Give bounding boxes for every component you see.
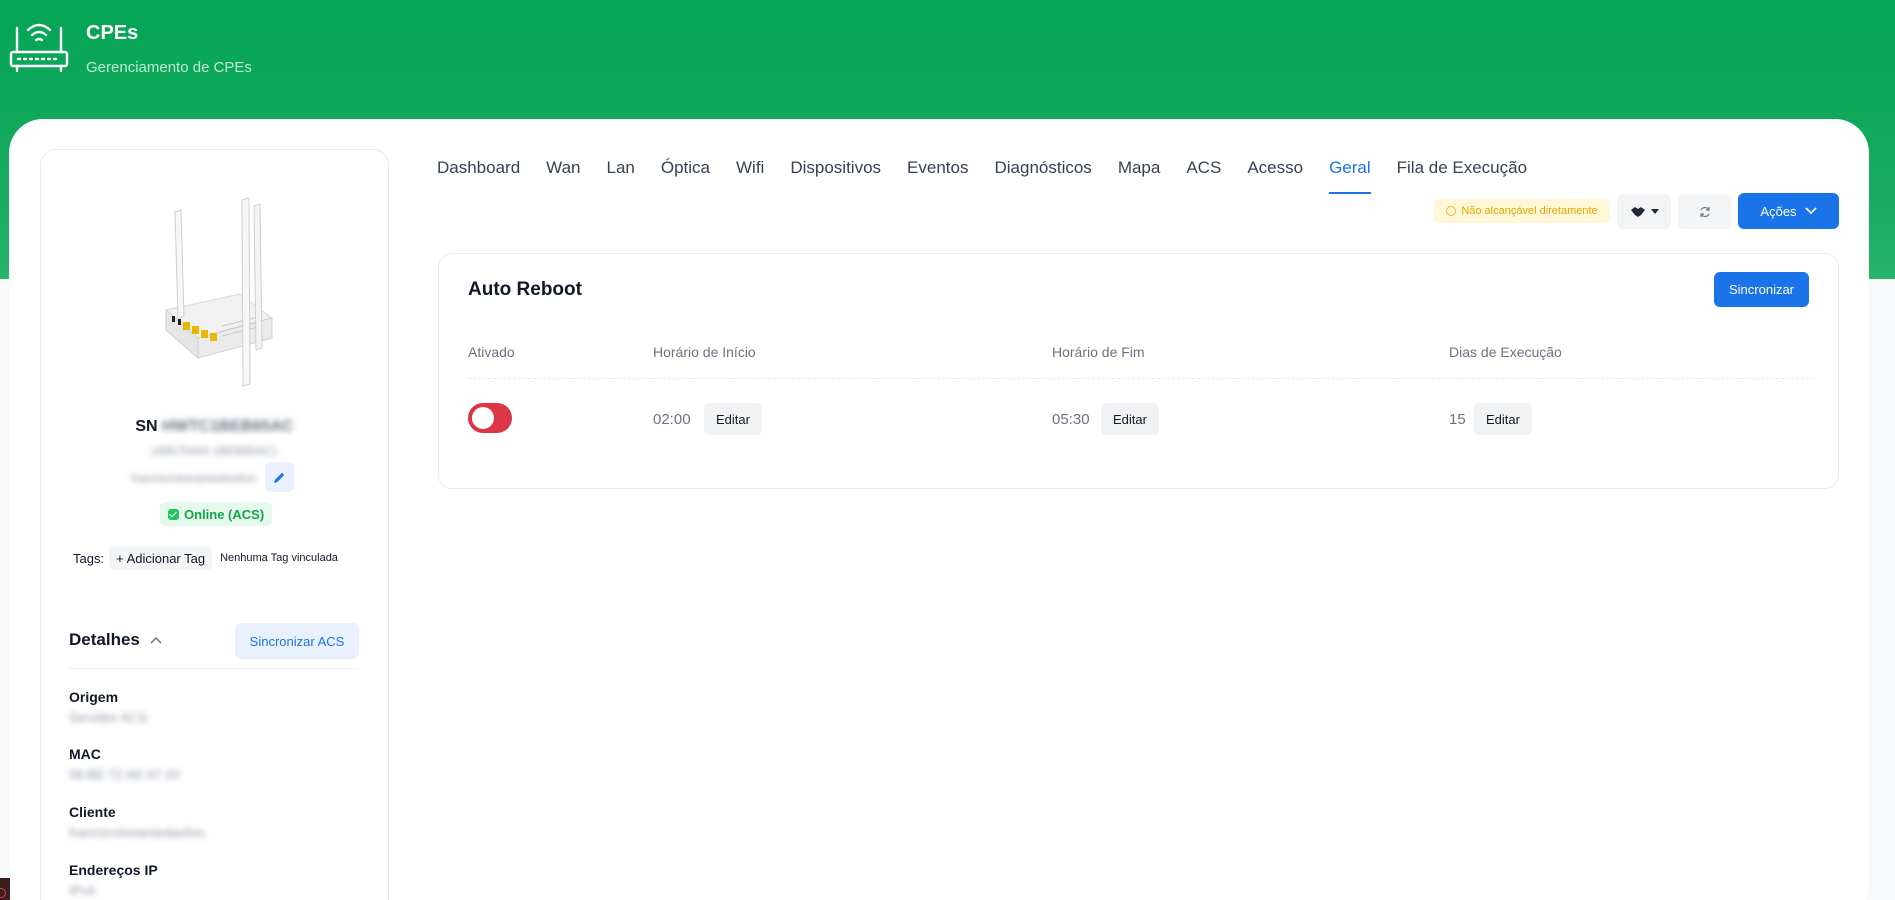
actions-dropdown[interactable]: Ações [1738,193,1839,229]
edit-start-time-button[interactable]: Editar [704,403,762,435]
serial-number: SN HWTC1BEB65AC [41,418,388,436]
corner-widget [0,878,10,900]
pencil-icon [274,472,285,483]
toggle-knob [472,407,494,429]
tab-eventos[interactable]: Eventos [907,158,968,194]
column-header: Ativado [468,344,515,360]
refresh-icon [1699,206,1710,217]
column-header: Horário de Início [653,344,756,360]
device-description: franciscolonantedaolivo [131,471,257,485]
column-header: Dias de Execução [1449,344,1562,360]
detail-label: MAC [69,746,101,762]
sync-acs-button[interactable]: Sincronizar ACS [235,623,359,659]
auto-reboot-title: Auto Reboot [468,279,582,300]
brand: CPEs Gerenciamento de CPEs [8,18,252,76]
status-text: Online (ACS) [184,506,265,522]
handshake-icon [1630,206,1645,217]
remote-access-dropdown[interactable] [1617,194,1671,229]
serial-prefix: SN [135,418,158,435]
detail-value: 58:BE:72:AE:47:20 [69,767,180,782]
tab-acs[interactable]: ACS [1186,158,1221,194]
detail-label: Endereços IP [69,862,158,878]
page-subtitle: Gerenciamento de CPEs [86,59,252,76]
tags-label: Tags: [73,550,105,566]
tab-acesso[interactable]: Acesso [1247,158,1303,194]
actions-label: Ações [1760,203,1797,219]
tab-mapa[interactable]: Mapa [1118,158,1161,194]
tab-optica[interactable]: Óptica [661,158,710,194]
end-time: 05:30 [1052,411,1090,428]
details-title: Detalhes [69,630,140,649]
tab-dispositivos[interactable]: Dispositivos [790,158,881,194]
router-wifi-icon [9,23,69,73]
secondary-id: (48575443 1BEB65AC) [151,444,278,458]
chevron-down-icon [1804,207,1817,215]
tab-wan[interactable]: Wan [546,158,580,194]
no-tags-text: Nenhuma Tag vinculada [220,552,338,564]
detail-value: Servidor ACS [69,710,148,725]
tab-diagnosticos[interactable]: Diagnósticos [994,158,1091,194]
tab-wifi[interactable]: Wifi [736,158,764,194]
start-time: 02:00 [653,411,691,428]
reachability-badge: Não alcançável diretamente [1434,199,1610,223]
edit-days-button[interactable]: Editar [1474,403,1532,435]
check-icon [168,508,179,520]
execution-days: 15 [1449,411,1466,428]
reachability-text: Não alcançável diretamente [1461,205,1598,217]
serial-value: HWTC1BEB65AC [162,418,294,435]
caret-down-icon [1650,209,1659,214]
detail-label: Origem [69,689,119,705]
detail-value: franciscolonantedaolivo [69,825,205,840]
divider [69,668,359,669]
edit-description-button[interactable] [265,462,294,492]
refresh-button[interactable] [1678,194,1731,229]
status-badge: Online (ACS) [160,502,273,526]
tags-row: Tags: + Adicionar Tag Nenhuma Tag vincul… [73,546,338,570]
auto-reboot-card: Auto Reboot Sincronizar Ativado Horário … [438,253,1839,489]
details-toggle[interactable]: Detalhes [69,630,162,650]
auto-reboot-toggle[interactable] [468,403,512,433]
tab-bar: Dashboard Wan Lan Óptica Wifi Dispositiv… [437,158,1553,194]
sync-button[interactable]: Sincronizar [1714,272,1809,307]
tab-lan[interactable]: Lan [607,158,635,194]
device-panel: SN HWTC1BEB65AC (48575443 1BEB65AC) fran… [40,149,389,900]
detail-value: IPv4 [69,883,96,898]
tab-dashboard[interactable]: Dashboard [437,158,520,194]
device-image [164,198,274,387]
divider [468,378,1814,379]
tab-fila-de-execucao[interactable]: Fila de Execução [1397,158,1527,194]
chevron-up-icon [150,636,162,644]
tab-geral[interactable]: Geral [1329,158,1371,194]
edit-end-time-button[interactable]: Editar [1101,403,1159,435]
info-icon [1446,206,1457,216]
detail-label: Cliente [69,804,116,820]
add-tag-button[interactable]: + Adicionar Tag [109,546,213,570]
column-header: Horário de Fim [1052,344,1145,360]
page-title: CPEs [86,22,139,44]
